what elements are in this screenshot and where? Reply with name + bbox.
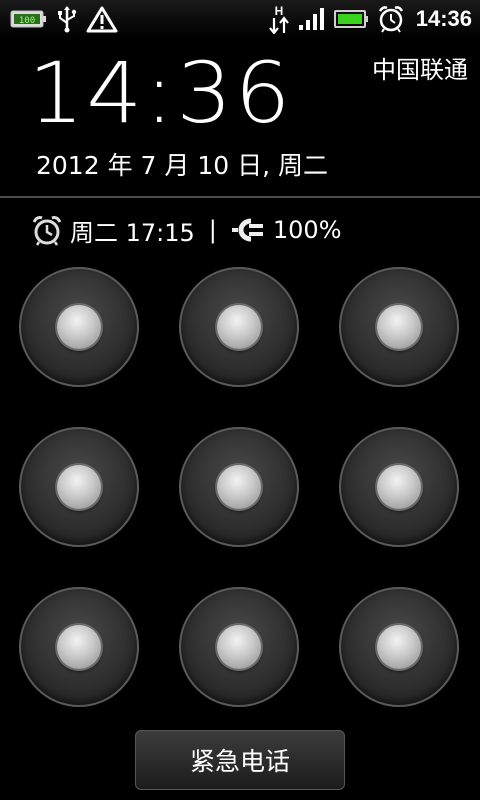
battery-full-icon <box>333 8 370 30</box>
next-alarm-text: 周二 17:15 <box>70 218 195 247</box>
pattern-dot-4[interactable] <box>19 427 139 547</box>
pattern-dot-knob <box>377 305 421 349</box>
pattern-dot-7[interactable] <box>19 587 139 707</box>
status-bar-time: 14:36 <box>415 6 472 31</box>
pattern-dot-knob <box>57 625 101 669</box>
separator: | <box>208 216 217 244</box>
pattern-dot-knob <box>57 305 101 349</box>
pattern-dot-2[interactable] <box>179 267 299 387</box>
alarm-clock-icon <box>32 214 62 246</box>
pattern-dot-knob <box>377 625 421 669</box>
status-bar-left: 100 <box>10 4 118 34</box>
hspa-data-icon: H <box>268 4 290 34</box>
lockscreen-date: 2012 年 7 月 10 日, 周二 <box>36 151 328 180</box>
svg-text:100: 100 <box>19 16 35 26</box>
status-bar-right: H 14:36 <box>268 4 472 34</box>
pattern-dot-knob <box>57 465 101 509</box>
pattern-dot-6[interactable] <box>339 427 459 547</box>
pattern-dot-knob <box>217 465 261 509</box>
divider <box>0 196 480 198</box>
svg-text:H: H <box>274 4 283 18</box>
pattern-dot-3[interactable] <box>339 267 459 387</box>
status-info-row: 周二 17:15 | 100% <box>32 212 342 248</box>
lockscreen-clock: 14:36 <box>28 44 293 142</box>
pattern-dot-5[interactable] <box>179 427 299 547</box>
emergency-call-button[interactable]: 紧急电话 <box>135 730 345 790</box>
pattern-dot-knob <box>217 305 261 349</box>
pattern-dot-9[interactable] <box>339 587 459 707</box>
pattern-dot-1[interactable] <box>19 267 139 387</box>
pattern-dot-knob <box>217 625 261 669</box>
signal-strength-icon <box>298 7 326 31</box>
alarm-clock-icon <box>378 5 404 33</box>
battery-percent: 100% <box>272 216 342 244</box>
battery-charging-icon: 100 <box>10 8 48 30</box>
charging-plug-icon <box>231 218 265 242</box>
usb-icon <box>56 5 78 33</box>
pattern-lock-grid[interactable] <box>19 267 461 709</box>
warning-icon <box>86 5 118 33</box>
pattern-dot-knob <box>377 465 421 509</box>
pattern-dot-8[interactable] <box>179 587 299 707</box>
status-bar: 100 H 14:36 <box>0 0 480 38</box>
carrier-name: 中国联通 <box>372 56 468 84</box>
